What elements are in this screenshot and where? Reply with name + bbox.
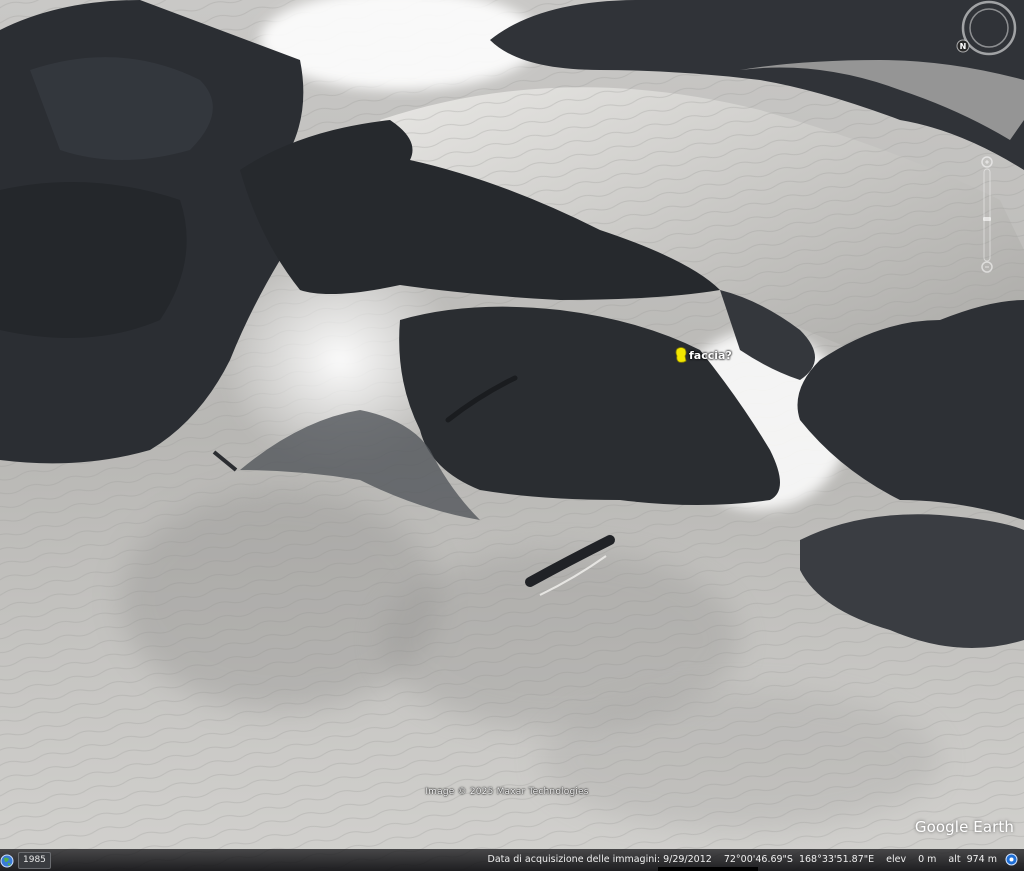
satellite-terrain-image[interactable] (0, 0, 1024, 871)
info-icon[interactable] (1005, 853, 1018, 866)
compass-icon[interactable]: N (956, 0, 1020, 60)
elevation-label: elev (886, 854, 907, 865)
google-earth-logo: Google Earth (914, 818, 1014, 836)
longitude-readout: 168°33'51.87"E (798, 854, 875, 865)
elevation-value: 0 m (918, 854, 937, 865)
latitude-readout: 72°00'46.69"S (723, 854, 793, 865)
placemark[interactable]: faccia? (674, 347, 732, 367)
altitude-label: alt (948, 854, 961, 865)
globe-icon[interactable] (0, 854, 14, 868)
historical-imagery-year-button[interactable]: 1985 (18, 852, 51, 869)
compass-north-letter: N (960, 42, 967, 51)
status-bar-tab (658, 867, 758, 871)
imagery-copyright: Image © 2025 Maxar Technologies (425, 787, 589, 797)
altitude-value: 974 m (966, 854, 997, 865)
placemark-label[interactable]: faccia? (689, 349, 732, 362)
yellow-pushpin-icon[interactable] (674, 347, 688, 367)
acquisition-date: Data di acquisizione delle immagini: 9/2… (487, 854, 712, 865)
status-bar: 1985 Data di acquisizione delle immagini… (0, 849, 1024, 871)
map-viewport[interactable]: faccia? Image © 2025 Maxar Technologies … (0, 0, 1024, 871)
zoom-slider-icon[interactable] (980, 155, 994, 275)
